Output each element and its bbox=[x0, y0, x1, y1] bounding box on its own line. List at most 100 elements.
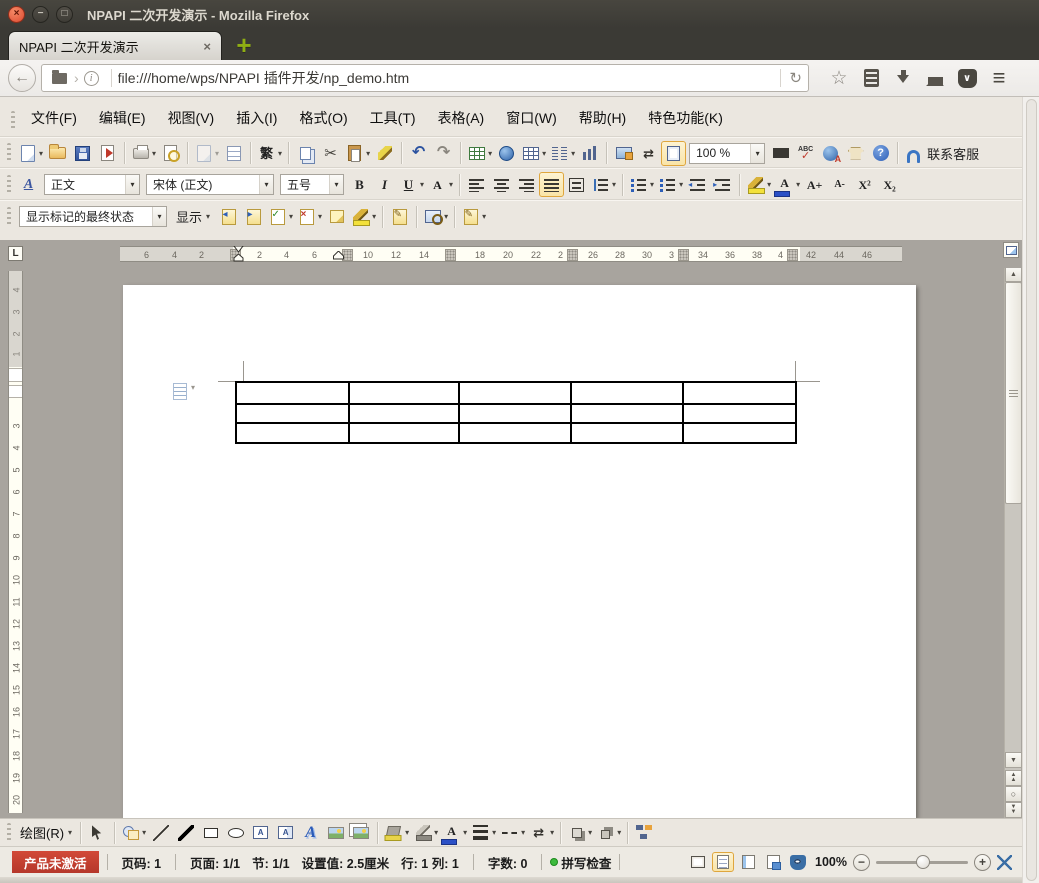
find-button[interactable] bbox=[768, 141, 793, 166]
scroll-up-button[interactable]: ▲ bbox=[1005, 268, 1022, 282]
save-button[interactable] bbox=[70, 141, 95, 166]
dropdown-icon[interactable]: ▾ bbox=[571, 149, 575, 158]
italic-button[interactable]: I bbox=[372, 172, 397, 197]
web-preview-button[interactable] bbox=[494, 141, 519, 166]
right-indent-marker[interactable] bbox=[333, 251, 344, 260]
table-cell[interactable] bbox=[684, 383, 797, 405]
table-cell[interactable] bbox=[460, 424, 572, 444]
character-scale-button[interactable]: A▾ bbox=[426, 172, 455, 197]
dropdown-icon[interactable]: ▾ bbox=[259, 175, 273, 194]
fill-color-button[interactable]: ▾ bbox=[382, 820, 411, 845]
dropdown-icon[interactable]: ▾ bbox=[289, 212, 293, 221]
dropdown-icon[interactable]: ▾ bbox=[482, 212, 486, 221]
numbered-list-button[interactable]: ▾ bbox=[627, 172, 656, 197]
next-change-button[interactable]: ▸ bbox=[241, 204, 266, 229]
table-cell[interactable] bbox=[237, 383, 350, 405]
table-cell[interactable] bbox=[684, 405, 797, 424]
dropdown-icon[interactable]: ▾ bbox=[588, 828, 592, 837]
track-changes-button[interactable]: ✎ bbox=[387, 204, 412, 229]
review-highlight-button[interactable]: ▾ bbox=[349, 204, 378, 229]
zoom-slider-thumb[interactable] bbox=[916, 855, 930, 869]
table-column-handle[interactable] bbox=[567, 249, 578, 261]
paste-button[interactable]: ▾ bbox=[343, 141, 372, 166]
tab-stop-selector[interactable]: L bbox=[8, 246, 23, 261]
toolbar-grip[interactable] bbox=[7, 823, 11, 843]
markup-state-combo[interactable]: 显示标记的最终状态▾ bbox=[19, 206, 167, 227]
justify-button[interactable] bbox=[539, 172, 564, 197]
dropdown-icon[interactable]: ▾ bbox=[617, 828, 621, 837]
dropdown-icon[interactable]: ▾ bbox=[366, 149, 370, 158]
help-button[interactable]: ? bbox=[868, 141, 893, 166]
dropdown-icon[interactable]: ▾ bbox=[796, 180, 800, 189]
dropdown-icon[interactable]: ▾ bbox=[492, 828, 496, 837]
insert-table-button[interactable]: ▾ bbox=[465, 141, 494, 166]
print-button[interactable]: ▾ bbox=[129, 141, 158, 166]
menu-item[interactable]: 视图(V) bbox=[157, 105, 226, 131]
dropdown-icon[interactable]: ▾ bbox=[767, 180, 771, 189]
insert-document-button[interactable]: ▾ bbox=[192, 141, 221, 166]
open-button[interactable] bbox=[45, 141, 70, 166]
dropdown-icon[interactable]: ▾ bbox=[750, 144, 764, 163]
toolbar-grip[interactable] bbox=[11, 111, 15, 131]
menu-item[interactable]: 编辑(E) bbox=[88, 105, 157, 131]
menu-item[interactable]: 工具(T) bbox=[359, 105, 427, 131]
menu-item[interactable]: 格式(O) bbox=[288, 105, 358, 131]
show-markup-button[interactable]: 显示▾ bbox=[170, 204, 216, 229]
subscript-button[interactable]: X₂ bbox=[877, 172, 902, 197]
protect-view-button[interactable] bbox=[787, 852, 809, 872]
draw-font-color-button[interactable]: A▾ bbox=[440, 820, 469, 845]
vertical-text-box-button[interactable]: A bbox=[273, 820, 298, 845]
print-layout-view-button[interactable] bbox=[712, 852, 734, 872]
spellcheck-status[interactable]: 拼写检查 bbox=[550, 853, 611, 872]
autoshapes-button[interactable]: ▾ bbox=[119, 820, 148, 845]
shadow-style-button[interactable]: ▾ bbox=[565, 820, 594, 845]
dropdown-icon[interactable]: ▾ bbox=[405, 828, 409, 837]
align-center-button[interactable] bbox=[489, 172, 514, 197]
adjust-width-button[interactable]: ⇄ bbox=[636, 141, 661, 166]
arrow-style-button[interactable]: ⇄▾ bbox=[527, 820, 556, 845]
menu-item[interactable]: 特色功能(K) bbox=[637, 105, 734, 131]
compare-documents-button[interactable]: ✎▾ bbox=[459, 204, 488, 229]
tab-close-icon[interactable]: × bbox=[203, 39, 211, 54]
font-combo[interactable]: 宋体 (正文)▾ bbox=[146, 174, 274, 195]
text-box-button[interactable]: A bbox=[248, 820, 273, 845]
dropdown-icon[interactable]: ▾ bbox=[444, 212, 448, 221]
table-cell[interactable] bbox=[572, 405, 684, 424]
dropdown-icon[interactable]: ▾ bbox=[550, 828, 554, 837]
align-right-button[interactable] bbox=[514, 172, 539, 197]
downloads-icon[interactable] bbox=[887, 65, 919, 91]
previous-page-button[interactable]: ▲▲ bbox=[1005, 770, 1022, 786]
pocket-icon[interactable]: ∨ bbox=[951, 65, 983, 91]
line-style-button[interactable]: ▾ bbox=[469, 820, 498, 845]
dropdown-icon[interactable]: ▾ bbox=[420, 180, 424, 189]
styles-button[interactable]: A bbox=[16, 172, 41, 197]
redo-button[interactable]: ↷ bbox=[431, 141, 456, 166]
arrow-button[interactable] bbox=[173, 820, 198, 845]
table-cell[interactable] bbox=[350, 405, 460, 424]
next-page-button[interactable]: ▼▼ bbox=[1005, 802, 1022, 818]
vruler-row-marker[interactable] bbox=[9, 368, 22, 382]
window-minimize-button[interactable]: − bbox=[32, 6, 49, 23]
toolbar-grip[interactable] bbox=[7, 207, 11, 227]
translate-button[interactable] bbox=[818, 141, 843, 166]
decrease-indent-button[interactable]: ◂ bbox=[685, 172, 710, 197]
fit-page-button[interactable] bbox=[661, 141, 686, 166]
dropdown-icon[interactable]: ▾ bbox=[152, 207, 166, 226]
table-cell[interactable] bbox=[572, 383, 684, 405]
zoom-combo[interactable]: 100 %▾ bbox=[689, 143, 765, 164]
dropdown-icon[interactable]: ▾ bbox=[152, 149, 156, 158]
window-close-button[interactable]: × bbox=[8, 6, 25, 23]
dropdown-icon[interactable]: ▾ bbox=[372, 212, 376, 221]
vruler-row-marker[interactable] bbox=[9, 385, 22, 398]
bookmark-star-icon[interactable]: ☆ bbox=[823, 65, 855, 91]
previous-change-button[interactable]: ◂ bbox=[216, 204, 241, 229]
zoom-in-button[interactable]: + bbox=[974, 854, 991, 871]
home-icon[interactable] bbox=[919, 65, 951, 91]
table-column-handle[interactable] bbox=[787, 249, 798, 261]
dropdown-icon[interactable]: ▾ bbox=[39, 149, 43, 158]
line-color-button[interactable]: ▾ bbox=[411, 820, 440, 845]
bullet-list-button[interactable]: ▾ bbox=[656, 172, 685, 197]
insert-picture-button[interactable] bbox=[323, 820, 348, 845]
page-options-button[interactable]: ▾ bbox=[173, 383, 195, 400]
fit-screen-icon[interactable] bbox=[997, 855, 1012, 870]
